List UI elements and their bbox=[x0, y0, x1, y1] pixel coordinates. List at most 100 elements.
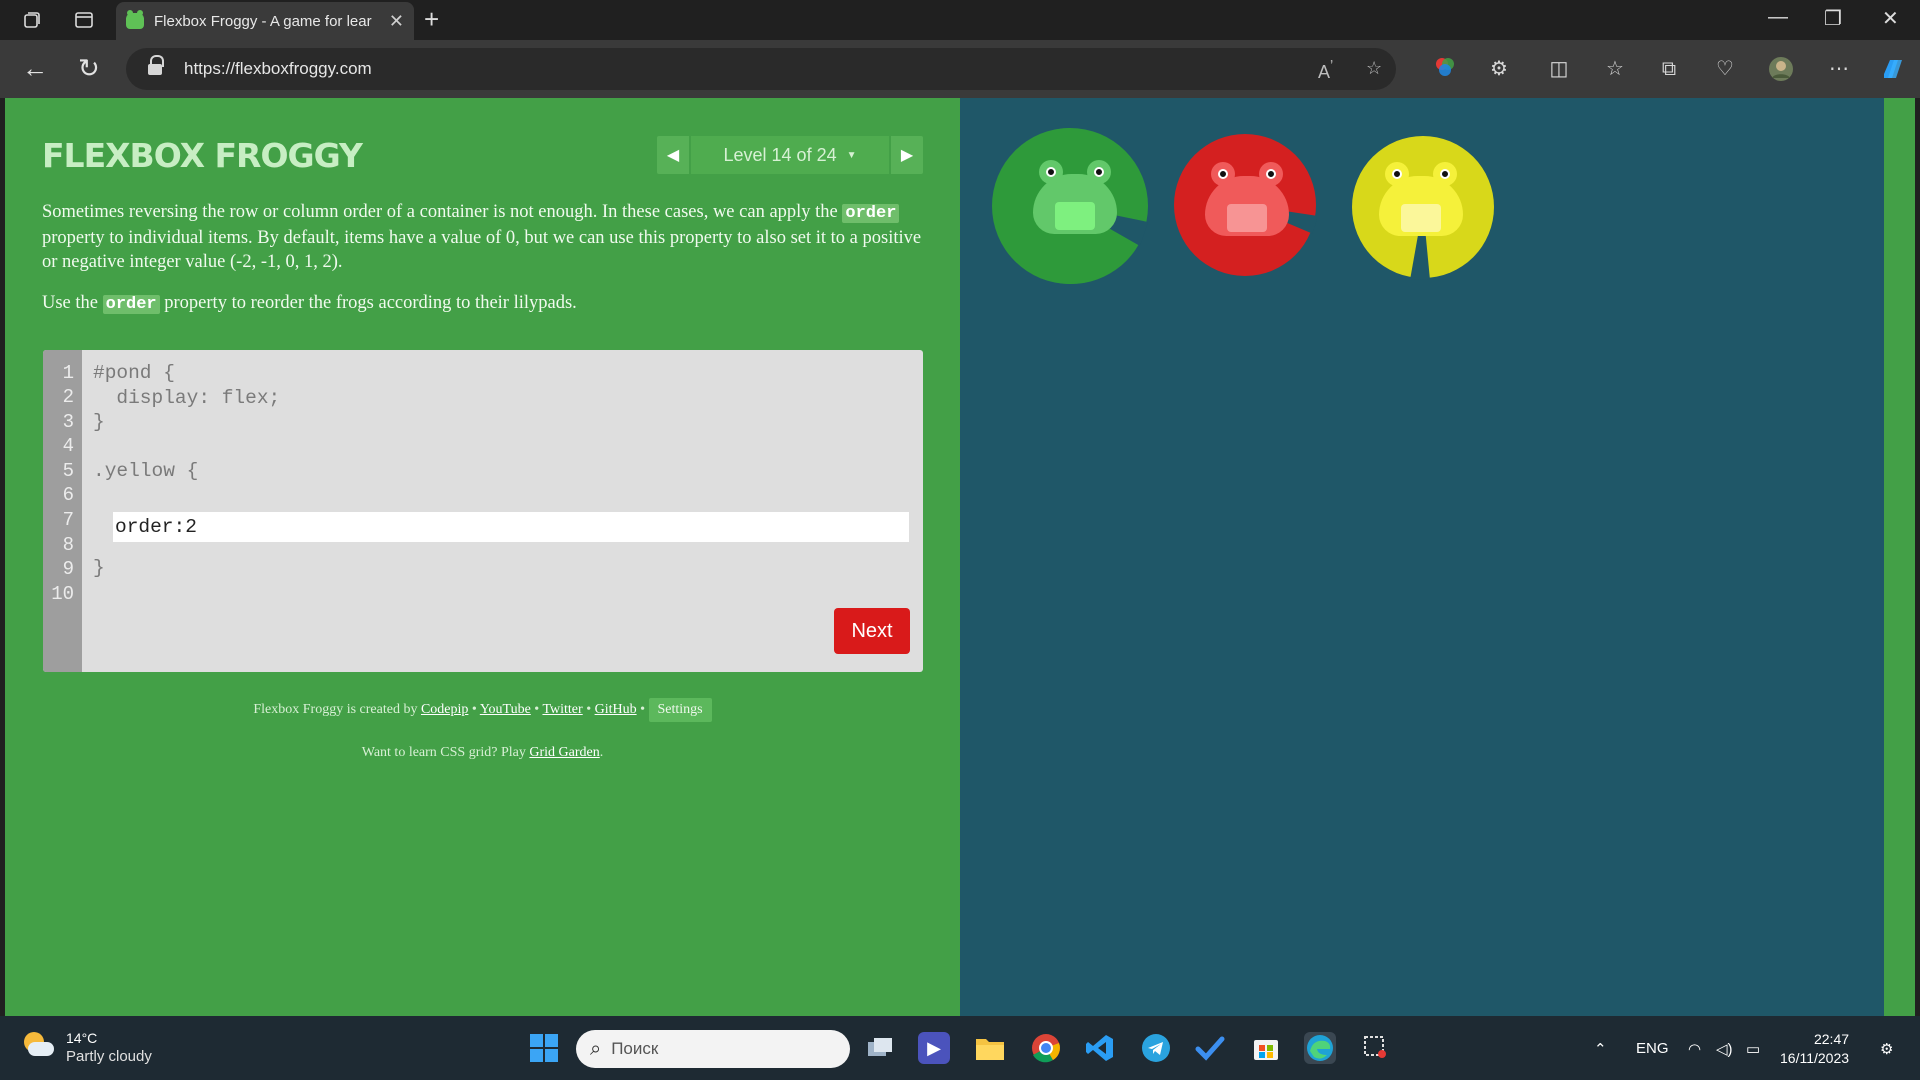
instructions-p2-text: Use the bbox=[42, 293, 98, 313]
close-window-icon[interactable]: ✕ bbox=[1882, 6, 1899, 31]
code-line-2: display: flex; bbox=[93, 387, 281, 409]
task-view-icon[interactable] bbox=[864, 1032, 896, 1064]
chrome-icon[interactable] bbox=[1030, 1032, 1062, 1064]
telegram-icon[interactable] bbox=[1140, 1032, 1172, 1064]
language-indicator[interactable]: ENG bbox=[1636, 1040, 1669, 1057]
level-label: Level 14 of 24 bbox=[723, 144, 837, 165]
read-aloud-icon[interactable]: Aʼ bbox=[1318, 58, 1333, 83]
code-line-5: .yellow { bbox=[93, 460, 199, 482]
tab-title: Flexbox Froggy - A game for lear bbox=[154, 12, 372, 30]
address-bar[interactable]: https://flexboxfroggy.com Aʼ ☆ bbox=[126, 48, 1396, 90]
browser-tab-bar: Flexbox Froggy - A game for lear ✕ + — ❐… bbox=[0, 0, 1920, 40]
next-level-arrow-button[interactable]: ▶ bbox=[891, 136, 923, 174]
partly-cloudy-icon bbox=[22, 1030, 54, 1060]
prev-level-button[interactable]: ◀ bbox=[657, 136, 689, 174]
workspaces-icon[interactable] bbox=[20, 8, 44, 32]
clock-time: 22:47 bbox=[1813, 1031, 1850, 1047]
extensions-icon[interactable]: ⚙ bbox=[1486, 56, 1512, 82]
game-logo: FLEXBOX FROGGY bbox=[42, 136, 363, 175]
minimize-icon[interactable]: — bbox=[1768, 6, 1788, 29]
page-right-margin bbox=[1884, 98, 1915, 1016]
lock-icon[interactable] bbox=[148, 55, 164, 76]
search-placeholder: Поиск bbox=[611, 1039, 659, 1058]
promo-suffix: . bbox=[599, 745, 604, 760]
settings-button[interactable]: Settings bbox=[648, 698, 712, 722]
line-number: 2 bbox=[62, 386, 74, 408]
grid-garden-link[interactable]: Grid Garden bbox=[529, 745, 599, 760]
restore-icon[interactable]: ❐ bbox=[1824, 6, 1842, 31]
separator: • bbox=[471, 702, 477, 717]
active-tab[interactable]: Flexbox Froggy - A game for lear ✕ bbox=[116, 2, 414, 40]
split-screen-icon[interactable]: ◫ bbox=[1546, 56, 1572, 82]
vertical-tabs-icon[interactable] bbox=[72, 8, 96, 32]
weather-widget[interactable]: 14°C Partly cloudy bbox=[22, 1030, 152, 1065]
instructions-p1-text: Sometimes reversing the row or column or… bbox=[42, 202, 838, 222]
pond-board bbox=[960, 98, 1884, 1016]
credits-line: Flexbox Froggy is created by Codepip • Y… bbox=[5, 698, 960, 722]
order-keyword-2[interactable]: order bbox=[102, 295, 160, 314]
css-editor: 1 2 3 4 5 6 7 8 9 10 #pond { display: fl… bbox=[43, 350, 923, 672]
code-line-1: #pond { bbox=[93, 362, 175, 384]
file-explorer-icon[interactable] bbox=[974, 1032, 1006, 1064]
edge-icon[interactable] bbox=[1304, 1032, 1336, 1064]
clock-date: 16/11/2023 bbox=[1780, 1050, 1850, 1066]
promo-text: Want to learn CSS grid? Play bbox=[361, 745, 526, 760]
next-button[interactable]: Next bbox=[834, 608, 910, 654]
codepip-link[interactable]: Codepip bbox=[421, 702, 468, 717]
volume-icon[interactable]: ◁) bbox=[1716, 1040, 1733, 1058]
back-icon[interactable]: ← bbox=[22, 55, 48, 81]
battery-icon[interactable]: ▭ bbox=[1746, 1040, 1760, 1058]
weather-temp: 14°C bbox=[66, 1030, 98, 1046]
taskbar-search[interactable]: ⌕ Поиск bbox=[576, 1030, 850, 1068]
separator: • bbox=[640, 702, 645, 717]
order-keyword[interactable]: order bbox=[842, 204, 900, 223]
line-number: 8 bbox=[62, 534, 74, 556]
vscode-icon[interactable] bbox=[1084, 1032, 1116, 1064]
new-tab-icon[interactable]: + bbox=[424, 6, 439, 32]
css-answer-input[interactable] bbox=[113, 512, 909, 542]
line-number: 1 bbox=[62, 362, 74, 384]
url-text[interactable]: https://flexboxfroggy.com bbox=[184, 59, 372, 79]
teams-chat-icon[interactable]: ▶ bbox=[918, 1032, 950, 1064]
snipping-tool-icon[interactable] bbox=[1360, 1032, 1392, 1064]
start-icon[interactable] bbox=[528, 1032, 560, 1064]
weather-desc: Partly cloudy bbox=[66, 1048, 152, 1065]
separator: • bbox=[534, 702, 540, 717]
code-line-3: } bbox=[93, 411, 105, 433]
favorites-icon[interactable]: ☆ bbox=[1602, 56, 1628, 82]
wifi-icon[interactable]: ◠ bbox=[1688, 1040, 1701, 1058]
collections-icon[interactable]: ⧉ bbox=[1656, 56, 1682, 82]
credits-prefix: Flexbox Froggy is created by bbox=[253, 702, 418, 717]
line-number: 5 bbox=[62, 460, 74, 482]
level-selector[interactable]: Level 14 of 24 ▼ bbox=[691, 136, 889, 174]
refresh-icon[interactable]: ↻ bbox=[78, 55, 100, 81]
taskbar-clock[interactable]: 22:47 16/11/2023 bbox=[1780, 1030, 1849, 1068]
instructions-panel: FLEXBOX FROGGY ◀ Level 14 of 24 ▼ ▶ Some… bbox=[5, 98, 960, 1016]
microsoft-store-icon[interactable] bbox=[1250, 1032, 1282, 1064]
notifications-icon[interactable]: ⚙ bbox=[1880, 1040, 1893, 1058]
line-number: 7 bbox=[62, 509, 74, 531]
instructions-p1-rest: property to individual items. By default… bbox=[42, 228, 922, 272]
instructions-p2-rest: property to reorder the frogs according … bbox=[164, 293, 577, 313]
code-line-7: } bbox=[93, 557, 105, 579]
profile-avatar-icon[interactable] bbox=[1768, 56, 1794, 82]
show-hidden-icons-icon[interactable]: ⌃ bbox=[1594, 1040, 1607, 1058]
frog-favicon-icon bbox=[126, 10, 144, 29]
browser-essentials-icon[interactable]: ♡ bbox=[1712, 56, 1738, 82]
favorite-star-icon[interactable]: ☆ bbox=[1366, 58, 1382, 79]
github-link[interactable]: GitHub bbox=[595, 702, 637, 717]
address-toolbar: ← ↻ https://flexboxfroggy.com Aʼ ☆ bbox=[0, 40, 1920, 98]
line-number: 9 bbox=[62, 558, 74, 580]
color-extension-icon[interactable] bbox=[1432, 56, 1458, 82]
todo-check-icon[interactable] bbox=[1194, 1032, 1226, 1064]
more-menu-icon[interactable]: ⋯ bbox=[1826, 56, 1852, 82]
css-answer-line bbox=[113, 512, 909, 542]
twitter-link[interactable]: Twitter bbox=[542, 702, 582, 717]
caret-down-icon: ▼ bbox=[846, 149, 857, 161]
instructions-text: Sometimes reversing the row or column or… bbox=[42, 200, 922, 334]
line-number: 4 bbox=[62, 435, 74, 457]
close-tab-icon[interactable]: ✕ bbox=[389, 11, 404, 32]
youtube-link[interactable]: YouTube bbox=[480, 702, 531, 717]
copilot-icon[interactable] bbox=[1880, 56, 1906, 82]
line-number-gutter: 1 2 3 4 5 6 7 8 9 10 bbox=[43, 350, 82, 672]
